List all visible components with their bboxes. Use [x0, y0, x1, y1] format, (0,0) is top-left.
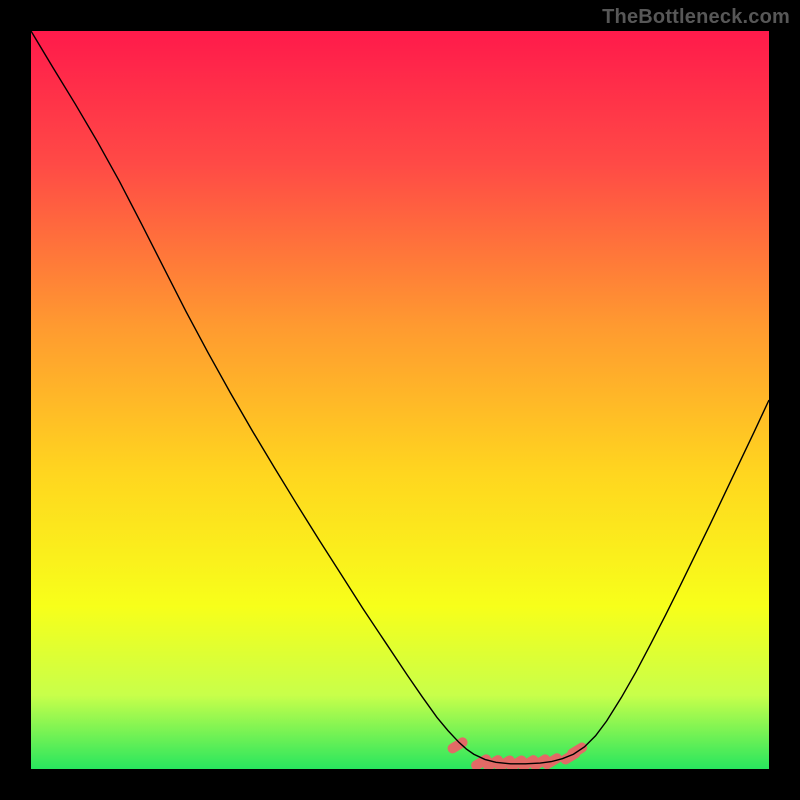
- chart-frame: [31, 31, 769, 769]
- chart-background: [31, 31, 769, 769]
- watermark-text: TheBottleneck.com: [602, 6, 790, 29]
- chart-svg: [31, 31, 769, 769]
